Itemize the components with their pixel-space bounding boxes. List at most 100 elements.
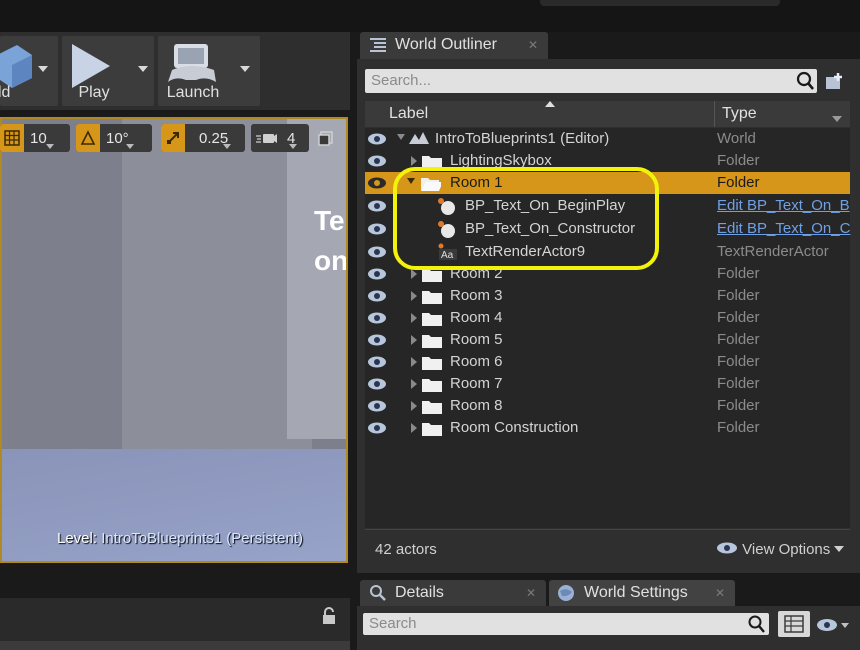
- chevron-down-icon[interactable]: [126, 144, 134, 149]
- tree-row-type: Folder: [717, 375, 760, 392]
- visibility-eye-icon[interactable]: [367, 355, 387, 369]
- tree-row-type: World: [717, 130, 756, 147]
- tree-row-folder[interactable]: Room 3 Folder: [365, 285, 850, 307]
- tree-row-type: Folder: [717, 353, 760, 370]
- scale-snap-control[interactable]: 0.25: [161, 124, 245, 152]
- actor-count: 42 actors: [375, 541, 437, 558]
- launch-button[interactable]: Launch: [158, 36, 260, 106]
- tree-row-type: Folder: [717, 152, 760, 169]
- edit-blueprint-link[interactable]: Edit BP_Text_On_B: [717, 197, 850, 214]
- tab-world-outliner[interactable]: World Outliner ✕: [360, 32, 548, 59]
- tree-row-folder[interactable]: Room 7 Folder: [365, 373, 850, 395]
- tree-row-label: Room 5: [450, 331, 503, 348]
- tree-row-type: Folder: [717, 309, 760, 326]
- chevron-down-icon[interactable]: [38, 66, 48, 72]
- build-label: ld: [0, 84, 11, 101]
- visibility-eye-icon[interactable]: [367, 267, 387, 281]
- folder-icon: [422, 423, 442, 436]
- lock-icon[interactable]: [320, 607, 338, 629]
- level-name: IntroToBlueprints1 (Persistent): [101, 530, 303, 547]
- tree-row-folder[interactable]: Room 4 Folder: [365, 307, 850, 329]
- tab-world-settings[interactable]: World Settings ✕: [549, 580, 735, 607]
- tree-row-folder[interactable]: Room 5 Folder: [365, 329, 850, 351]
- column-divider: [714, 101, 715, 127]
- view-options-button[interactable]: View Options: [716, 541, 845, 558]
- tree-row-type: Folder: [717, 397, 760, 414]
- build-button[interactable]: ld: [0, 36, 58, 106]
- top-strip-tab: [540, 0, 780, 6]
- chevron-down-icon[interactable]: [832, 116, 842, 122]
- visibility-eye-icon[interactable]: [367, 222, 387, 236]
- close-icon[interactable]: ✕: [715, 586, 725, 600]
- chevron-down-icon[interactable]: [46, 144, 54, 149]
- tree-row-folder[interactable]: Room 8 Folder: [365, 395, 850, 417]
- level-viewport[interactable]: Te on: [0, 117, 348, 563]
- rotation-snap-control[interactable]: 10°: [76, 124, 152, 152]
- level-prefix: Level:: [57, 530, 98, 547]
- column-type-header[interactable]: Type: [722, 105, 757, 123]
- outliner-header: Label Type: [365, 101, 850, 127]
- details-search-input[interactable]: Search: [363, 613, 769, 635]
- tree-row-type: Folder: [717, 419, 760, 436]
- viewport-text-render-1: Te: [314, 205, 345, 236]
- launch-label: Launch: [166, 84, 220, 101]
- tree-row-world[interactable]: IntroToBlueprints1 (Editor) World: [365, 128, 850, 150]
- outliner-icon: [370, 38, 386, 52]
- divider: [365, 529, 850, 530]
- expand-arrow-icon[interactable]: [411, 335, 417, 345]
- visibility-eye-icon[interactable]: [367, 199, 387, 213]
- expand-arrow-icon[interactable]: [411, 313, 417, 323]
- chevron-down-icon[interactable]: [223, 144, 231, 149]
- tree-row-folder[interactable]: Room Construction Folder: [365, 417, 850, 439]
- grid-icon: [0, 124, 24, 152]
- edit-blueprint-link[interactable]: Edit BP_Text_On_C: [717, 220, 850, 237]
- close-icon[interactable]: ✕: [528, 38, 538, 52]
- folder-icon: [422, 401, 442, 414]
- expand-arrow-icon[interactable]: [397, 134, 405, 140]
- expand-arrow-icon[interactable]: [411, 156, 417, 166]
- visibility-eye-icon[interactable]: [367, 333, 387, 347]
- visibility-eye-icon[interactable]: [367, 311, 387, 325]
- visibility-eye-icon[interactable]: [367, 421, 387, 435]
- visibility-eye-icon[interactable]: [367, 399, 387, 413]
- tree-row-type: Folder: [717, 174, 760, 191]
- expand-arrow-icon[interactable]: [411, 423, 417, 433]
- play-button[interactable]: Play: [62, 36, 154, 106]
- visibility-eye-icon[interactable]: [367, 245, 387, 259]
- folder-icon: [422, 379, 442, 392]
- visibility-eye-icon[interactable]: [367, 289, 387, 303]
- create-folder-icon[interactable]: [824, 71, 846, 95]
- folder-icon: [422, 335, 442, 348]
- chevron-down-icon: [834, 546, 845, 552]
- close-icon[interactable]: ✕: [526, 586, 536, 600]
- expand-arrow-icon[interactable]: [411, 291, 417, 301]
- camera-speed-control[interactable]: 4: [251, 124, 309, 152]
- visibility-eye-icon[interactable]: [367, 154, 387, 168]
- outliner-search-input[interactable]: Search...: [365, 69, 817, 93]
- tab-world-settings-label: World Settings: [584, 584, 688, 601]
- chevron-down-icon[interactable]: [138, 66, 148, 72]
- expand-arrow-icon[interactable]: [411, 379, 417, 389]
- column-label-header[interactable]: Label: [389, 105, 428, 123]
- visibility-eye-icon[interactable]: [367, 176, 387, 190]
- tree-row-label: Room 8: [450, 397, 503, 414]
- expand-arrow-icon[interactable]: [411, 401, 417, 411]
- grid-list-icon: [784, 615, 804, 633]
- expand-arrow-icon[interactable]: [411, 357, 417, 367]
- chevron-down-icon[interactable]: [240, 66, 250, 72]
- maximize-viewport-icon[interactable]: [318, 131, 334, 151]
- tree-row-label: Room Construction: [450, 419, 579, 436]
- expand-arrow-icon[interactable]: [411, 269, 417, 279]
- property-matrix-button[interactable]: [778, 611, 810, 637]
- chevron-down-icon[interactable]: [289, 144, 297, 149]
- visibility-eye-icon[interactable]: [367, 377, 387, 391]
- viewport-toolbar: 10 10° 0.25 4: [0, 119, 346, 159]
- grid-snap-control[interactable]: 10: [0, 124, 70, 152]
- view-options-eye-icon[interactable]: [816, 617, 850, 637]
- tree-row-label: Room 3: [450, 287, 503, 304]
- tree-row-folder[interactable]: Room 6 Folder: [365, 351, 850, 373]
- rotation-snap-icon: [76, 124, 100, 152]
- visibility-eye-icon[interactable]: [367, 132, 387, 146]
- tab-details[interactable]: Details ✕: [360, 580, 546, 607]
- tree-row-label: Room 6: [450, 353, 503, 370]
